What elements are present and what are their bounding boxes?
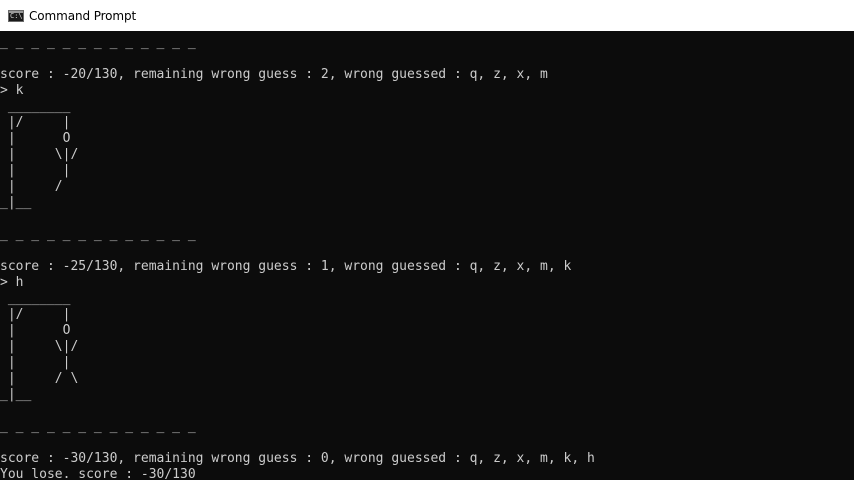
console-line: | \|/ [0, 147, 79, 162]
console-line: | / \ [0, 371, 79, 386]
command-prompt-window: C:\ Command Prompt _ _ _ _ _ _ _ _ _ _ _… [0, 0, 854, 480]
console-line: | | [0, 163, 71, 178]
console-line: | O [0, 131, 71, 146]
title-bar[interactable]: C:\ Command Prompt [0, 0, 854, 31]
console-line: |/ | [0, 307, 71, 322]
console-line: score : -25/130, remaining wrong guess :… [0, 259, 572, 274]
console-line: | | [0, 355, 71, 370]
console-line: _|__ [0, 387, 32, 402]
console-line: _ _ _ _ _ _ _ _ _ _ _ _ _ [0, 35, 196, 50]
window-title: Command Prompt [29, 8, 137, 23]
console-line: score : -20/130, remaining wrong guess :… [0, 67, 548, 82]
console-line: ________ [0, 291, 71, 306]
console-line: _|__ [0, 195, 32, 210]
console-line: _ _ _ _ _ _ _ _ _ _ _ _ _ [0, 419, 196, 434]
console-line: | \|/ [0, 339, 79, 354]
console-line: > h [0, 275, 24, 290]
console-line: | O [0, 323, 71, 338]
console-line: _ _ _ _ _ _ _ _ _ _ _ _ _ [0, 227, 196, 242]
console-icon: C:\ [8, 9, 24, 22]
console-output[interactable]: _ _ _ _ _ _ _ _ _ _ _ _ _ score : -20/13… [0, 31, 854, 480]
console-line: You lose. score : -30/130 [0, 467, 196, 480]
console-line: > k [0, 83, 24, 98]
console-line: ________ [0, 99, 71, 114]
console-line: |/ | [0, 115, 71, 130]
console-line: score : -30/130, remaining wrong guess :… [0, 451, 595, 466]
console-line: | / [0, 179, 63, 194]
